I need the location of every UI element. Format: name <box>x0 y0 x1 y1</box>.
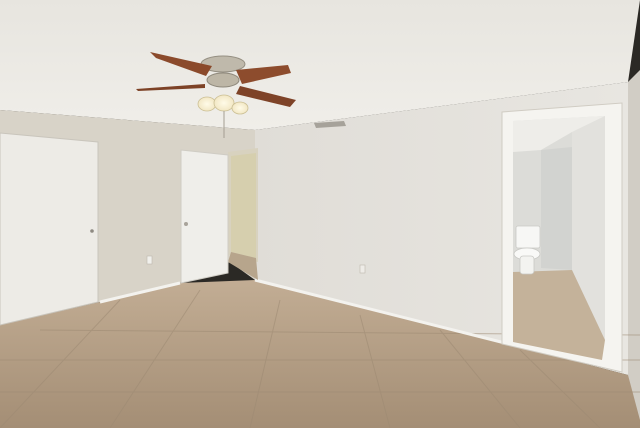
closet-door <box>0 132 99 326</box>
wall-outlet-back <box>359 264 366 274</box>
closet-door-handle <box>90 229 94 233</box>
open-door <box>180 149 229 284</box>
fan-motor <box>206 72 240 88</box>
fan-light-glass-center <box>213 94 235 112</box>
right-wall <box>628 70 640 428</box>
hallway-wall <box>231 153 256 258</box>
bathroom-back-wall <box>541 147 572 270</box>
fan-light-glass-right <box>231 101 249 115</box>
room-illustration <box>0 0 640 428</box>
wall-outlet-left <box>146 255 153 265</box>
open-door-knob <box>184 222 188 226</box>
fan-light-glass-left <box>197 96 217 112</box>
room-photo <box>0 0 640 428</box>
